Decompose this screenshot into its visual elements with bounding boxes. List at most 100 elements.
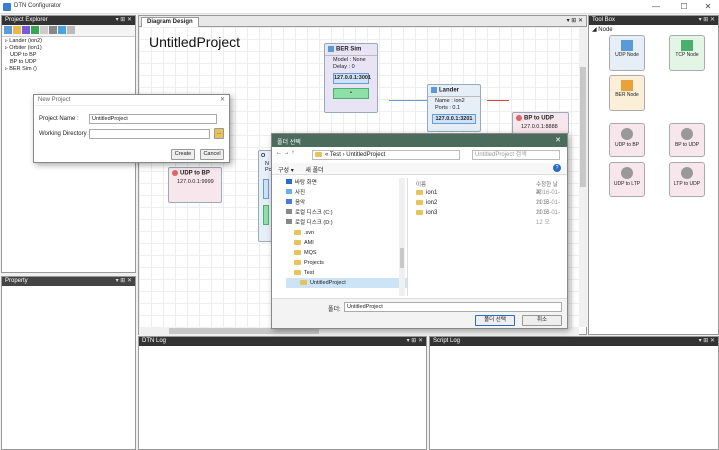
orbiter-port-green[interactable] xyxy=(263,205,269,225)
toolbox-bp-to-udp[interactable]: BP to UDP xyxy=(669,123,705,157)
folder-icon xyxy=(416,209,423,215)
nav-item-mqs[interactable]: MQS xyxy=(286,248,407,258)
close-button[interactable]: ✕ xyxy=(696,1,719,13)
project-explorer-header: Project Explorer ▾ ⊞ ✕ xyxy=(2,16,135,25)
music-icon xyxy=(286,199,292,204)
export-icon[interactable] xyxy=(58,26,66,34)
tree-item-bp-to-udp[interactable]: BP to UDP xyxy=(5,59,132,66)
toolbox-ber-node[interactable]: BER Node xyxy=(609,75,645,111)
toolbox-udp-to-ltp[interactable]: UDP to LTP xyxy=(609,162,645,197)
stop-icon[interactable] xyxy=(40,26,48,34)
nav-item-desktop[interactable]: 바탕 화면 xyxy=(286,178,407,188)
browse-button[interactable]: ... xyxy=(214,128,224,139)
close-icon[interactable]: ✕ xyxy=(555,136,561,144)
node-icon xyxy=(328,46,334,52)
help-icon[interactable] xyxy=(67,26,75,34)
close-icon[interactable]: ✕ xyxy=(220,96,225,103)
run-icon[interactable] xyxy=(31,26,39,34)
back-icon[interactable]: ← xyxy=(276,150,282,156)
panel-controls-icon[interactable]: ▾ ⊞ ✕ xyxy=(699,16,715,25)
new-folder-button[interactable]: 새 폴더 xyxy=(305,168,323,174)
nav-scrollbar[interactable] xyxy=(399,178,405,296)
folder-icon xyxy=(315,151,322,157)
ber-port-green[interactable]: • xyxy=(333,87,369,99)
column-name[interactable]: 이름 xyxy=(416,180,426,188)
maximize-button[interactable]: ☐ xyxy=(672,1,696,13)
help-icon[interactable]: ? xyxy=(553,164,561,172)
project-name-input[interactable]: UntitledProject xyxy=(89,114,217,124)
vertical-scrollbar[interactable] xyxy=(579,27,587,327)
toolbox-udp-node[interactable]: UDP Node xyxy=(609,35,645,71)
title-bar: DTN Configurator — ☐ ✕ xyxy=(0,0,719,14)
tree-item-udp-to-bp[interactable]: UDP to BP xyxy=(5,52,132,59)
panel-controls-icon[interactable]: ▾ ⊞ ✕ xyxy=(116,16,132,25)
nav-item-untitledproject[interactable]: UntitledProject xyxy=(286,278,407,288)
up-icon[interactable]: ↑ xyxy=(291,150,294,156)
lander-node[interactable]: Lander Name : ion2 Ports : 0.1 127.0.0.1… xyxy=(427,84,481,132)
nav-item-pictures[interactable]: 사진 xyxy=(286,188,407,198)
save-icon[interactable] xyxy=(22,26,30,34)
nav-item-drive-d[interactable]: 로컬 디스크 (D:) xyxy=(286,218,407,228)
folder-icon xyxy=(294,230,301,236)
nav-item-svn[interactable]: .svn xyxy=(286,228,407,238)
folder-name-input[interactable]: UntitledProject xyxy=(344,302,562,312)
panel-controls-icon[interactable]: ▾ ⊞ ✕ xyxy=(567,17,583,24)
panel-controls-icon[interactable]: ▾ ⊞ ✕ xyxy=(699,337,715,346)
lander-name-text: Name : ion2 xyxy=(435,97,465,104)
tree-item-orbiter[interactable]: ▹ Orbiter (ion1) xyxy=(5,45,132,52)
nav-item-music[interactable]: 음악 xyxy=(286,198,407,208)
diagram-tab-bar: Diagram Design ▾ ⊞ ✕ xyxy=(139,16,586,27)
gear-icon xyxy=(621,167,633,179)
tree-item-lander[interactable]: ▹ Lander (ion2) xyxy=(5,38,132,45)
nav-item-ami[interactable]: AMI xyxy=(286,238,407,248)
bp-to-udp-node[interactable]: BP to UDP 127.0.0.1:8888 xyxy=(512,112,569,134)
toolbox-tcp-node[interactable]: TCP Node xyxy=(669,35,705,71)
tab-diagram-design[interactable]: Diagram Design xyxy=(141,17,199,27)
path-bar[interactable]: « Test › UntitledProject xyxy=(312,150,460,160)
folder-icon xyxy=(294,260,301,266)
forward-icon[interactable]: → xyxy=(284,150,290,156)
new-project-title: New Project xyxy=(38,97,71,103)
file-row-ion2[interactable]: ion2 2016-01-11 오 xyxy=(412,198,562,216)
project-explorer-title: Project Explorer xyxy=(5,17,48,23)
cancel-button[interactable]: Cancel xyxy=(200,149,224,160)
folder-dialog-footer: 폴더: UntitledProject 폴더 선택 취소 xyxy=(272,298,567,328)
settings-icon[interactable] xyxy=(49,26,57,34)
panel-controls-icon[interactable]: ▾ ⊞ ✕ xyxy=(116,277,132,286)
property-title: Property xyxy=(5,278,28,284)
new-icon[interactable] xyxy=(4,26,12,34)
desktop-icon xyxy=(286,179,292,184)
minimize-button[interactable]: — xyxy=(644,1,668,13)
script-log-title: Script Log xyxy=(433,338,461,344)
explorer-toolbar xyxy=(2,25,135,37)
nav-item-drive-c[interactable]: 로컬 디스크 (C:) xyxy=(286,208,407,218)
tree-item-ber-sim[interactable]: ▹ BER Sim () xyxy=(5,66,132,73)
create-button[interactable]: Create xyxy=(171,149,195,160)
folder-nav-pane: 바탕 화면 사진 음악 로컬 디스크 (C:) 로컬 디스크 (D:) .svn… xyxy=(286,178,408,296)
working-directory-input[interactable] xyxy=(89,129,210,139)
open-icon[interactable] xyxy=(13,26,21,34)
folder-search-input[interactable]: UntitledProject 검색 xyxy=(472,150,560,160)
organize-button[interactable]: 구성 ▾ xyxy=(278,168,294,174)
folder-cancel-button[interactable]: 취소 xyxy=(522,315,562,326)
nav-item-projects[interactable]: Projects xyxy=(286,258,407,268)
ber-port-address[interactable]: 127.0.0.1:3001 xyxy=(333,72,371,84)
connector-line xyxy=(389,100,427,101)
toolbox-udp-to-bp[interactable]: UDP to BP xyxy=(609,123,645,157)
file-row-ion1[interactable]: ion1 2016-01-11 오 xyxy=(412,188,562,206)
select-folder-button[interactable]: 폴더 선택 xyxy=(475,315,515,326)
folder-dialog-title: 폴더 선택 xyxy=(277,140,301,146)
lander-port-address[interactable]: 127.0.0.1:3201 xyxy=(432,113,476,124)
nav-item-test[interactable]: Test xyxy=(286,268,407,278)
gear-icon xyxy=(172,170,178,176)
orbiter-port[interactable] xyxy=(263,179,269,199)
ber-sim-node[interactable]: BER Sim Model : None Delay : 0 127.0.0.1… xyxy=(324,43,378,113)
file-list: 이름 수정한 날짜 ion1 2016-01-11 오 ion2 2016-01-1… xyxy=(412,178,562,296)
toolbox-section-node[interactable]: ◢ Node xyxy=(589,25,718,34)
toolbox-ltp-to-udp[interactable]: LTP to UDP xyxy=(669,162,705,197)
udp-to-bp-address: 127.0.0.1:9999 xyxy=(177,178,214,185)
panel-controls-icon[interactable]: ▾ ⊞ ✕ xyxy=(407,337,423,346)
udp-to-bp-node[interactable]: UDP to BP 127.0.0.1:9999 xyxy=(168,167,222,203)
script-log-panel: Script Log ▾ ⊞ ✕ xyxy=(429,336,719,450)
file-row-ion3[interactable]: ion3 2016-01-12 오 xyxy=(412,208,562,226)
